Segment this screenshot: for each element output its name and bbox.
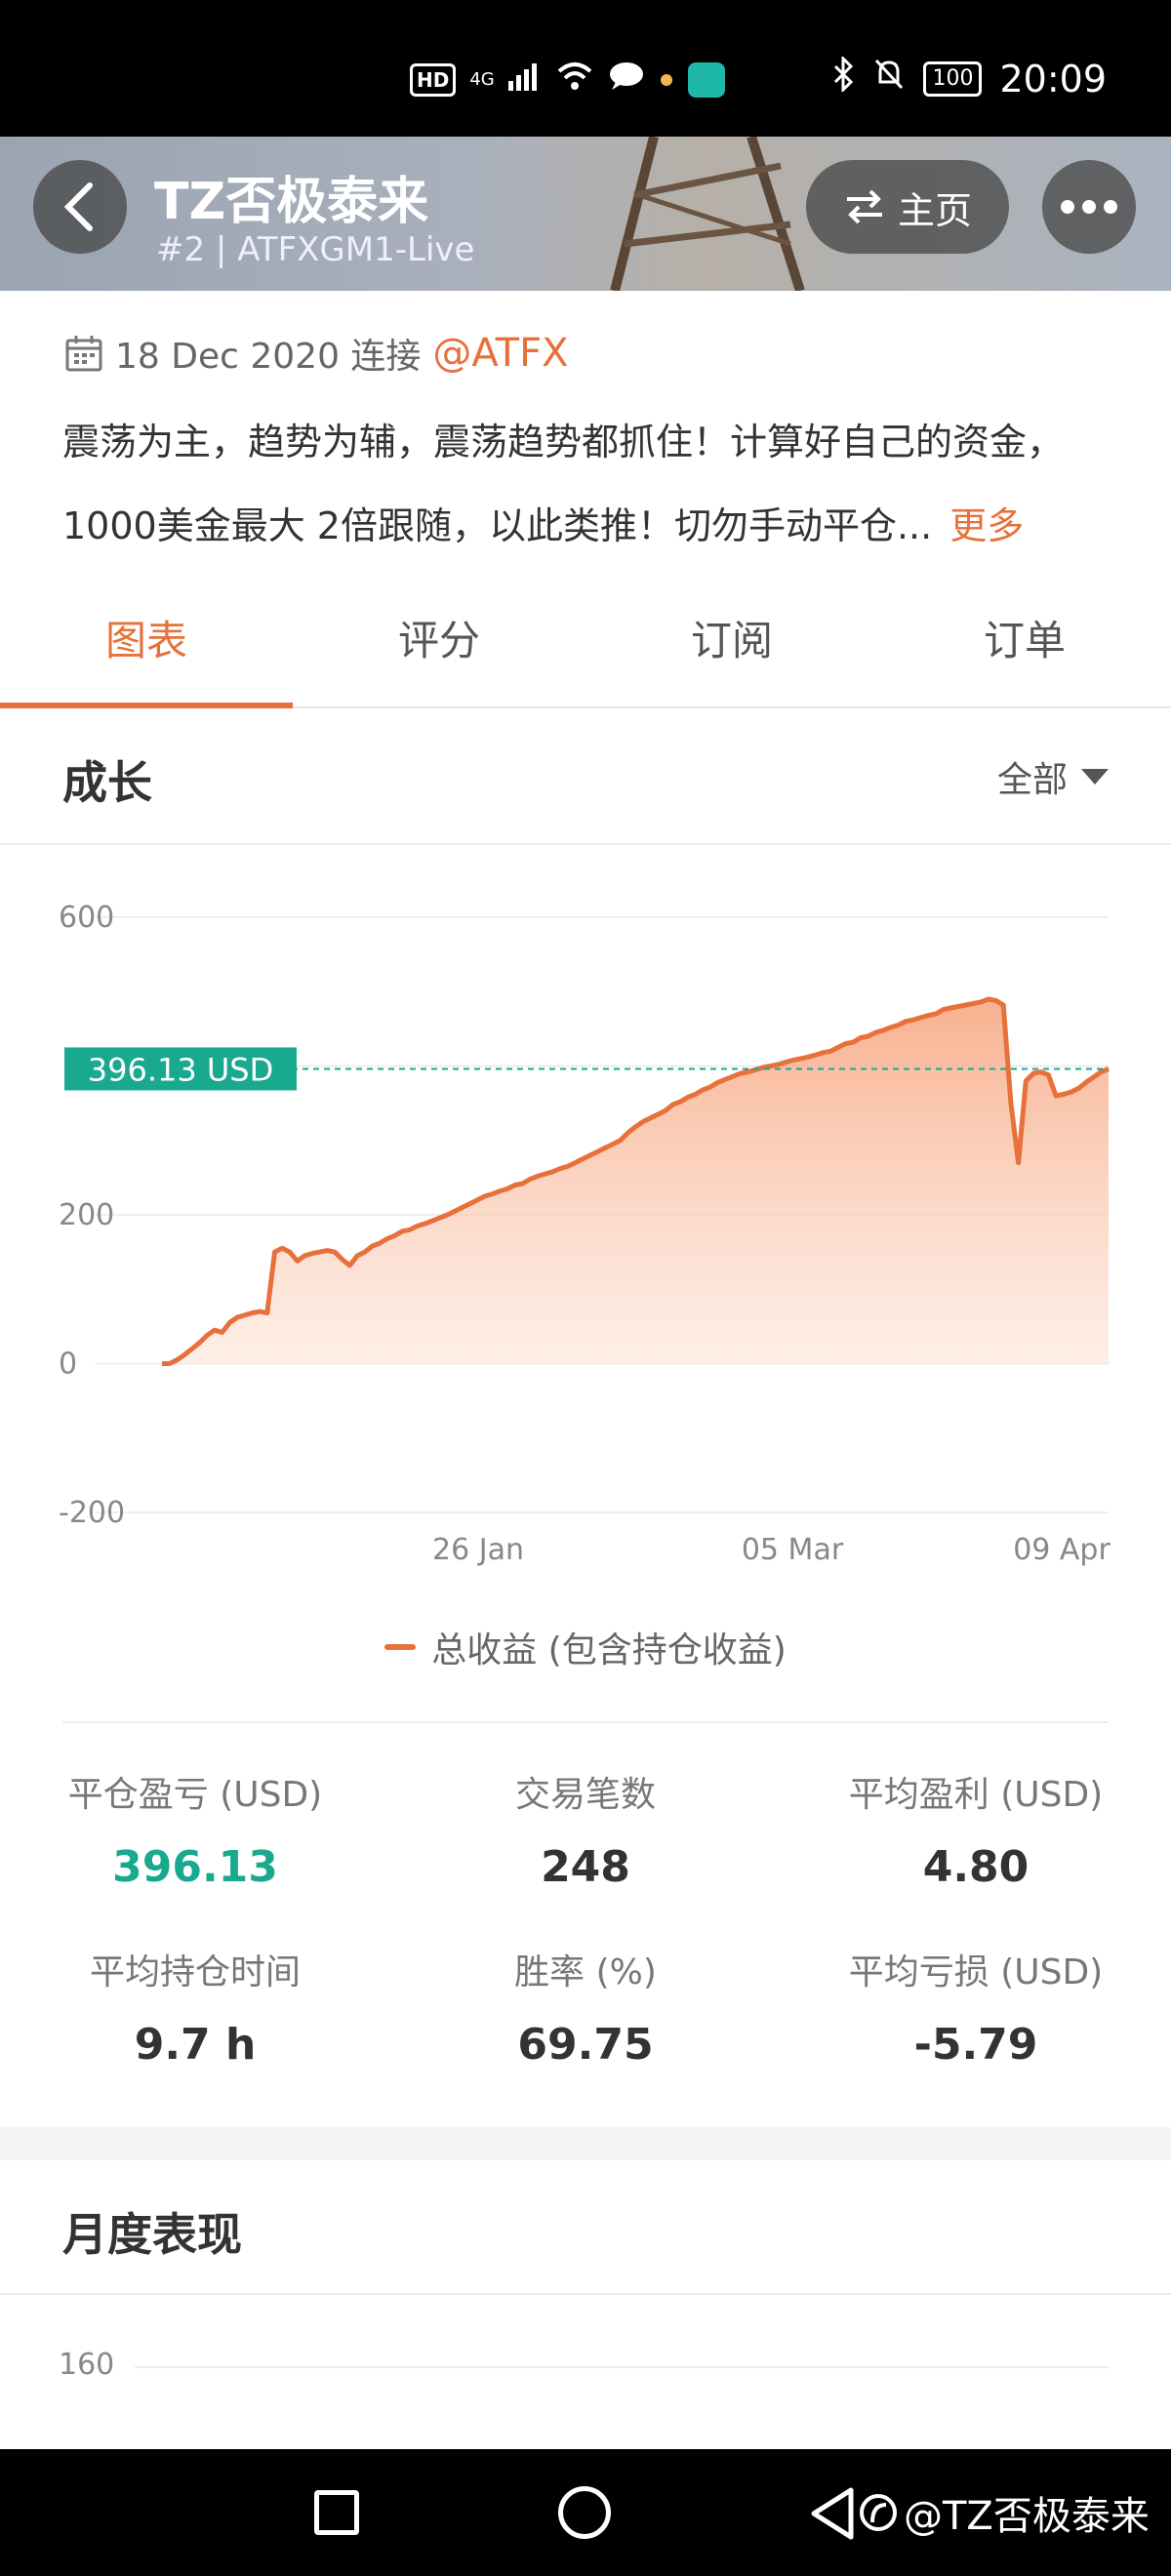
stat-label: 平均亏损 (USD)	[848, 1952, 1104, 1992]
stat-value: 396.13	[112, 1842, 278, 1892]
tab-subscribe[interactable]: 订阅	[586, 585, 878, 706]
growth-section-title: 成长	[62, 756, 152, 809]
system-nav-bar: @TZ否极泰来	[0, 2449, 1171, 2576]
page-title: TZ否极泰来	[154, 173, 429, 231]
broker-mention-link[interactable]: @ATFX	[432, 331, 568, 376]
battery-icon: 100	[923, 60, 983, 97]
more-dot	[1104, 200, 1117, 214]
stat-avg-loss: 平均亏损 (USD) -5.79	[781, 1944, 1171, 2070]
section-separator	[0, 2127, 1171, 2160]
calendar-icon	[65, 336, 102, 372]
stat-avg-profit: 平均盈利 (USD) 4.80	[781, 1766, 1171, 1892]
tab-bar: 图表 评分 订阅 订单	[0, 585, 1171, 708]
home-button[interactable]: 主页	[806, 160, 1009, 254]
more-link[interactable]: 更多	[949, 504, 1024, 547]
more-dot	[1082, 200, 1096, 214]
x-tick-label: 09 Apr	[1013, 1533, 1110, 1567]
monthly-section-title: 月度表现	[62, 2208, 242, 2261]
stat-value: -5.79	[913, 2020, 1038, 2070]
tab-rating[interactable]: 评分	[293, 585, 586, 706]
account-subtitle: #2 | ATFXGM1-Live	[156, 230, 475, 269]
period-filter-label: 全部	[996, 760, 1068, 800]
more-options-button[interactable]	[1042, 160, 1136, 254]
y-tick-label: 600	[59, 901, 114, 935]
description-line-1: 震荡为主，趋势为辅，震荡趋势都抓住！计算好自己的资金，	[62, 421, 1065, 463]
tab-orders[interactable]: 订单	[878, 585, 1171, 706]
screen: HD 4G 100 20:09 TZ否极泰来 #2 | ATFXGM1-Live…	[0, 0, 1171, 2576]
period-filter-dropdown[interactable]: 全部	[997, 751, 1109, 802]
home-button-label: 主页	[897, 188, 972, 232]
strategy-description: 震荡为主，趋势为辅，震荡趋势都抓住！计算好自己的资金， 1000美金最大 2倍跟…	[62, 400, 1116, 568]
watermark-text: @TZ否极泰来	[904, 2494, 1150, 2539]
clock: 20:09	[999, 57, 1107, 101]
y-tick-label: 0	[59, 1348, 77, 1382]
weibo-logo-icon	[860, 2494, 897, 2531]
description-line-2-text: 1000美金最大 2倍跟随，以此类推！切勿手动平仓...	[62, 504, 933, 547]
stat-trade-count: 交易笔数 248	[390, 1766, 781, 1892]
app-notification-icon	[687, 61, 725, 98]
divider	[0, 843, 1171, 845]
description-line-2: 1000美金最大 2倍跟随，以此类推！切勿手动平仓... 更多	[62, 484, 1116, 568]
x-tick-label: 05 Mar	[742, 1533, 844, 1567]
stat-realized-pnl: 平仓盈亏 (USD) 396.13	[0, 1766, 390, 1892]
stat-label: 平均持仓时间	[89, 1952, 301, 1992]
x-tick-label: 26 Jan	[432, 1533, 524, 1567]
caret-down-icon	[1081, 769, 1109, 785]
connection-date: 18 Dec 2020 连接	[115, 337, 422, 377]
chart-legend: 总收益 (包含持仓收益)	[0, 1622, 1171, 1672]
more-dot	[1061, 200, 1074, 214]
stat-value: 9.7 h	[134, 2020, 257, 2070]
series-area	[162, 998, 1109, 1364]
current-value-label: 396.13 USD	[88, 1051, 274, 1088]
y-tick-label: 200	[59, 1198, 114, 1232]
stat-label: 胜率 (%)	[514, 1952, 657, 1992]
stat-win-rate: 胜率 (%) 69.75	[390, 1944, 781, 2070]
chat-icon	[608, 60, 645, 99]
network-4g-icon: 4G	[469, 69, 495, 90]
status-icons: HD 4G	[410, 60, 725, 99]
y-tick-label: -200	[59, 1496, 125, 1530]
stat-label: 平仓盈亏 (USD)	[67, 1775, 323, 1815]
swap-arrows-icon	[846, 189, 882, 224]
divider	[62, 1721, 1109, 1723]
legend-swatch	[384, 1644, 417, 1650]
watermark: @TZ否极泰来	[859, 2484, 1150, 2541]
stat-label: 交易笔数	[514, 1775, 656, 1815]
hd-icon: HD	[410, 62, 457, 97]
recent-apps-button[interactable]	[314, 2490, 359, 2535]
stat-avg-hold-time: 平均持仓时间 9.7 h	[0, 1944, 390, 2070]
stat-value: 4.80	[922, 1842, 1030, 1892]
stat-value: 248	[541, 1842, 630, 1892]
back-button[interactable]	[33, 160, 127, 254]
stat-value: 69.75	[517, 2020, 654, 2070]
notification-dot-icon	[659, 65, 674, 95]
back-nav-icon[interactable]	[808, 2486, 857, 2541]
wifi-icon	[555, 61, 594, 98]
signal-icon	[507, 61, 542, 98]
connection-info: 18 Dec 2020 连接 @ATFX	[64, 328, 569, 379]
status-right: 100 20:09	[831, 55, 1107, 101]
gridline	[135, 2366, 1109, 2368]
profile-header: TZ否极泰来 #2 | ATFXGM1-Live 主页	[0, 137, 1171, 291]
mute-bell-icon	[872, 57, 906, 101]
home-nav-button[interactable]	[558, 2486, 611, 2539]
tab-chart[interactable]: 图表	[0, 585, 293, 708]
status-bar: HD 4G 100 20:09	[0, 0, 1171, 137]
bluetooth-icon	[831, 55, 855, 101]
growth-chart: 600 200 0 -200 26 Jan 05 Mar 09 Apr 396.13 USD	[59, 901, 1110, 1567]
stat-label: 平均盈利 (USD)	[848, 1775, 1104, 1815]
chevron-left-icon	[63, 182, 93, 231]
divider	[0, 2293, 1171, 2295]
legend-label: 总收益 (包含持仓收益)	[431, 1630, 787, 1670]
monthly-tick-label: 160	[59, 2348, 115, 2382]
